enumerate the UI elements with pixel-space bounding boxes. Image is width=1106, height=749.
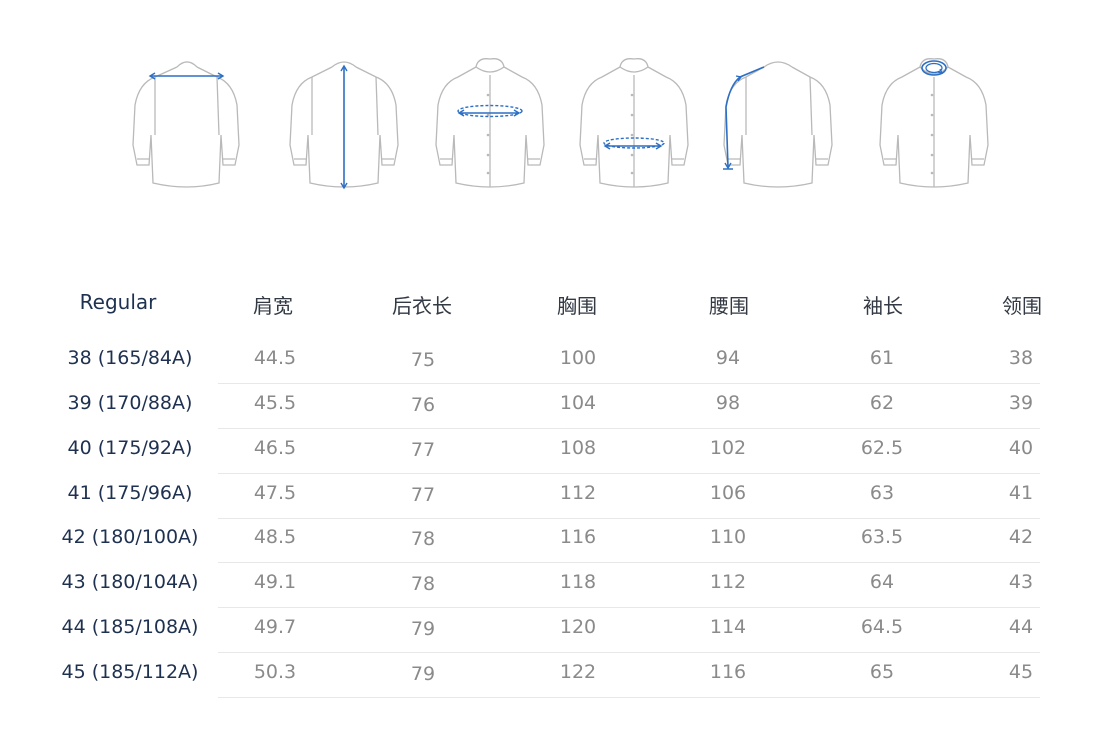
table-cell: 98 (715, 391, 741, 414)
header-shoulder: 肩宽 (253, 294, 293, 318)
table-cell: 100 (559, 347, 597, 369)
header-chest: 胸围 (557, 294, 597, 318)
table-cell: 118 (559, 571, 597, 594)
table-cell: 102 (709, 436, 747, 459)
size-label: 43 (180/104A) (61, 571, 199, 594)
table-cell: 75 (410, 349, 436, 371)
table-cell: 120 (559, 616, 597, 639)
table-cell: 108 (559, 436, 597, 459)
table-cell: 43 (1008, 571, 1034, 594)
header-back-length: 后衣长 (392, 294, 452, 318)
table-cell: 45.5 (253, 391, 297, 414)
table-cell: 94 (715, 347, 741, 369)
size-label: 42 (180/100A) (61, 526, 199, 549)
table-cell: 62.5 (860, 436, 904, 459)
table-cell: 106 (709, 481, 747, 504)
size-label: 40 (175/92A) (67, 436, 193, 459)
size-label: 45 (185/112A) (61, 660, 199, 683)
table-cell: 114 (709, 616, 747, 639)
table-row: 42 (180/100A) 48.5 78 116 110 63.5 42 (0, 518, 1106, 564)
table-cell: 78 (410, 573, 436, 596)
table-cell: 78 (410, 528, 436, 551)
table-cell: 49.7 (253, 616, 297, 639)
table-cell: 112 (559, 481, 597, 504)
table-cell: 116 (709, 660, 747, 683)
table-cell: 49.1 (253, 571, 297, 594)
table-cell: 79 (410, 662, 436, 685)
table-cell: 39 (1008, 391, 1034, 414)
table-cell: 112 (709, 571, 747, 594)
table-cell: 41 (1008, 481, 1034, 504)
table-cell: 116 (559, 526, 597, 549)
table-cell: 44 (1008, 616, 1034, 639)
header-waist: 腰围 (709, 294, 749, 318)
table-cell: 44.5 (253, 347, 297, 369)
table-cell: 65 (869, 660, 895, 683)
size-label: 39 (170/88A) (67, 391, 193, 414)
table-cell: 62 (869, 391, 895, 414)
table-row: 45 (185/112A) 50.3 79 122 116 65 45 (0, 653, 1106, 698)
table-cell: 38 (1008, 347, 1034, 369)
table-row: 39 (170/88A) 45.5 76 104 98 62 39 (0, 384, 1106, 429)
table-row: 41 (175/96A) 47.5 77 112 106 63 41 (0, 474, 1106, 519)
table-cell: 45 (1008, 660, 1034, 683)
table-cell: 77 (410, 438, 436, 461)
header-sleeve: 袖长 (863, 294, 903, 318)
table-cell: 122 (559, 660, 597, 683)
row-divider (218, 696, 1040, 698)
table-row: 38 (165/84A) 44.5 75 100 94 61 38 (0, 339, 1106, 384)
table-cell: 77 (410, 483, 436, 506)
table-row: 44 (185/108A) 49.7 79 120 114 64.5 44 (0, 608, 1106, 654)
table-cell: 63.5 (860, 526, 904, 549)
table-cell: 76 (410, 393, 436, 416)
table-cell: 50.3 (253, 660, 297, 683)
table-cell: 47.5 (253, 481, 297, 504)
size-label: 38 (165/84A) (67, 347, 193, 369)
table-row: 40 (175/92A) 46.5 77 108 102 62.5 40 (0, 429, 1106, 474)
table-cell: 40 (1008, 436, 1034, 459)
table-cell: 64 (869, 571, 895, 594)
table-cell: 48.5 (253, 526, 297, 549)
size-label: 44 (185/108A) (61, 616, 199, 639)
table-cell: 46.5 (253, 436, 297, 459)
header-collar: 领围 (1002, 294, 1042, 318)
table-cell: 42 (1008, 526, 1034, 549)
size-label: 41 (175/96A) (67, 481, 193, 504)
fit-label: Regular (79, 290, 157, 314)
size-table: Regular 肩宽 后衣长 胸围 腰围 袖长 领围 38 (165/84A) 4… (0, 0, 1106, 749)
table-cell: 79 (410, 618, 436, 641)
table-cell: 64.5 (860, 616, 904, 639)
table-cell: 61 (869, 347, 895, 369)
table-cell: 110 (709, 526, 747, 549)
table-cell: 63 (869, 481, 895, 504)
table-row: 43 (180/104A) 49.1 78 118 112 64 43 (0, 563, 1106, 609)
table-cell: 104 (559, 391, 597, 414)
